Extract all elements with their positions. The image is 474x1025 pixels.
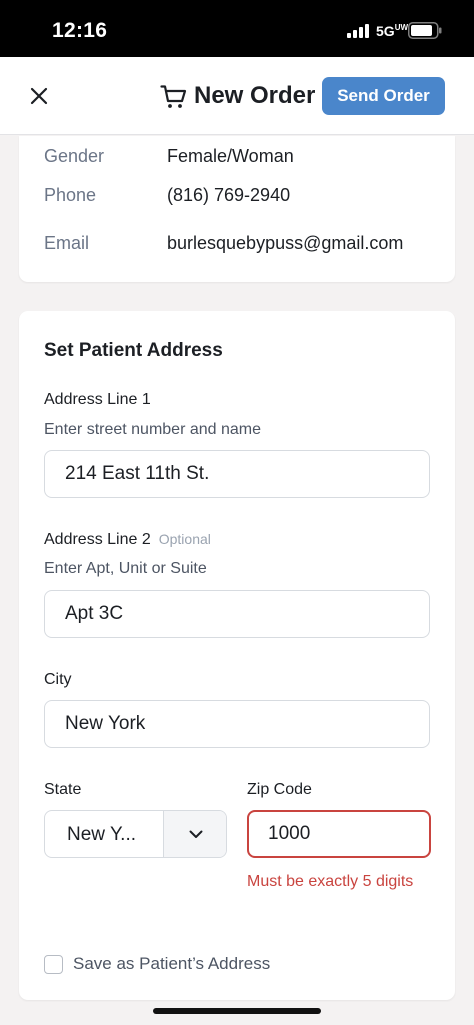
city-input[interactable]: [44, 700, 430, 748]
patient-address-card: Set Patient Address Address Line 1 Enter…: [19, 311, 455, 1000]
app-header: New Order Send Order: [0, 57, 474, 135]
state-select[interactable]: New Y...: [44, 810, 227, 858]
network-indicator: 5GUW: [376, 23, 408, 39]
address-line1-label: Address Line 1: [44, 391, 151, 408]
status-bar: 12:16 5GUW: [0, 0, 474, 57]
email-value[interactable]: burlesquebypuss@gmail.com: [167, 233, 403, 254]
address-section-title: Set Patient Address: [44, 340, 223, 361]
close-button[interactable]: [24, 81, 54, 111]
city-label: City: [44, 671, 72, 688]
phone-value[interactable]: (816) 769-2940: [167, 185, 290, 206]
phone-label: Phone: [44, 185, 97, 205]
chevron-down-icon: [189, 830, 203, 838]
address-line1-input[interactable]: [44, 450, 430, 498]
state-dropdown-toggle[interactable]: [163, 811, 226, 857]
gender-value: Female/Woman: [167, 146, 294, 166]
patient-info-card: Gender Female/Woman Phone (816) 769-2940…: [19, 136, 455, 282]
address-line2-label-text: Address Line 2: [44, 531, 151, 548]
state-label: State: [44, 781, 82, 798]
page-title: New Order: [194, 82, 316, 109]
network-superscript: UW: [394, 23, 409, 32]
close-icon: [30, 87, 48, 105]
address-line2-label: Address Line 2 Optional: [44, 531, 211, 549]
address-line1-hint: Enter street number and name: [44, 421, 262, 438]
header-title-group: New Order: [160, 81, 315, 111]
network-label: 5G: [376, 23, 395, 39]
save-address-checkbox[interactable]: [44, 954, 63, 974]
address-line2-hint: Enter Apt, Unit or Suite: [44, 560, 207, 577]
zip-code-error: Must be exactly 5 digits: [247, 873, 414, 890]
address-line2-input[interactable]: [44, 590, 430, 638]
status-time: 12:16: [52, 19, 108, 42]
signal-icon: [347, 24, 369, 38]
save-address-checkbox-row[interactable]: Save as Patient’s Address: [44, 953, 270, 975]
send-order-button[interactable]: Send Order: [322, 77, 445, 115]
battery-icon: [408, 22, 442, 39]
state-value: New Y...: [67, 824, 137, 845]
home-indicator: [153, 1008, 321, 1014]
email-label: Email: [44, 233, 90, 253]
gender-label: Gender: [44, 146, 105, 166]
save-address-label: Save as Patient’s Address: [73, 954, 271, 973]
zip-code-input[interactable]: [247, 810, 431, 858]
cart-icon: [160, 84, 187, 108]
zip-code-label: Zip Code: [247, 781, 312, 798]
optional-tag: Optional: [158, 531, 211, 547]
